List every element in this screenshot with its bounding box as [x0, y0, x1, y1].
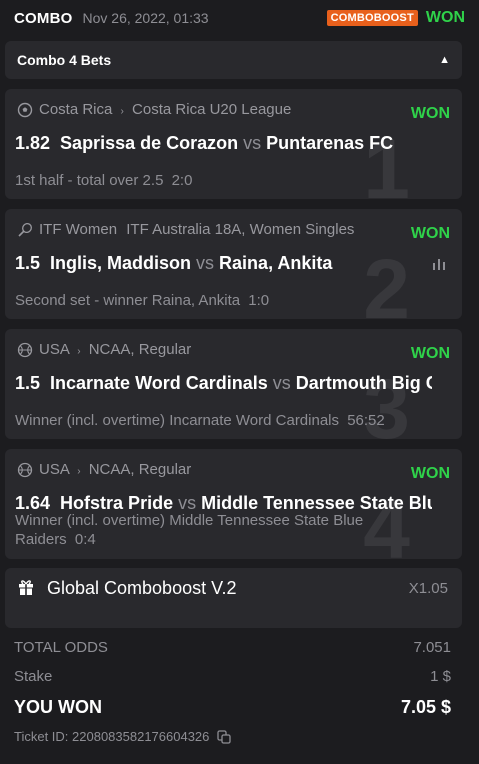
bet-league: ITF Australia 18A, Women Singles — [126, 221, 355, 238]
bet-score: 56:52 — [347, 412, 385, 429]
bet-market-row: Winner (incl. overtime) Middle Tennessee… — [15, 511, 402, 549]
bet-league-row: ITF Women ITF Australia 18A, Women Singl… — [17, 221, 402, 238]
bet-header: COMBO Nov 26, 2022, 01:33 COMBOBOOST WON — [0, 0, 479, 36]
bet-league-row: Costa Rica › Costa Rica U20 League — [17, 101, 450, 118]
bet-match-row: 1.5 Inglis, Maddison vs Raina, Ankita — [15, 253, 432, 274]
team-home: Inglis, Maddison — [50, 253, 192, 273]
bet-country: USA — [39, 341, 70, 358]
bet-country: USA — [39, 461, 70, 478]
bet-market: 1st half - total over 2.5 — [15, 172, 164, 189]
bet-league-row: USA › NCAA, Regular — [17, 341, 450, 358]
tennis-racket-icon — [18, 222, 32, 237]
team-away: Puntarenas FC — [266, 133, 394, 153]
bet-card-1[interactable]: 1 Costa Rica › Costa Rica U20 League WON… — [5, 89, 462, 199]
bet-match-row: 1.82 Saprissa de Corazon vs Puntarenas F… — [15, 133, 432, 154]
bet-league: NCAA, Regular — [88, 461, 192, 478]
team-away: Raina, Ankita — [219, 253, 333, 273]
bet-odds: 1.5 — [15, 373, 41, 393]
vs-label: vs — [272, 373, 291, 393]
global-comboboost-title: Global Comboboost V.2 — [47, 578, 237, 598]
bet-status: WON — [410, 345, 450, 362]
bet-card-3[interactable]: 3 USA › NCAA, Regular WON 1.5 Incarnate … — [5, 329, 462, 439]
total-odds-value: 7.051 — [413, 639, 451, 656]
ticket-id: Ticket ID: 2208083582176604326 — [14, 729, 210, 744]
bet-market-row: 1st half - total over 2.5 2:0 — [15, 171, 450, 190]
stake-label: Stake — [14, 668, 53, 685]
total-odds-row: TOTAL ODDS 7.051 — [14, 639, 451, 656]
payout-row: YOU WON 7.05 $ — [14, 697, 451, 718]
bet-country: ITF Women — [39, 221, 118, 238]
bet-status: WON — [410, 225, 450, 242]
bet-league: Costa Rica U20 League — [132, 101, 292, 118]
bet-score: 2:0 — [171, 172, 193, 189]
combo-toggle-bar[interactable]: Combo 4 Bets ▲ — [5, 41, 462, 79]
bet-card-4[interactable]: 4 USA › NCAA, Regular WON 1.64 Hofstra P… — [5, 449, 462, 559]
caret-up-icon[interactable]: ▲ — [439, 54, 450, 66]
bet-odds: 1.5 — [15, 253, 41, 273]
stake-row: Stake 1 $ — [14, 668, 451, 685]
bet-market: Winner (incl. overtime) Incarnate Word C… — [15, 412, 340, 429]
combo-title: Combo 4 Bets — [17, 52, 112, 68]
bet-league-row: USA › NCAA, Regular — [17, 461, 450, 478]
bet-status: WON — [410, 105, 450, 122]
vs-label: vs — [243, 133, 262, 153]
total-odds-label: TOTAL ODDS — [14, 639, 108, 656]
bet-market-row: Second set - winner Raina, Ankita 1:0 — [15, 291, 450, 310]
team-home: Saprissa de Corazon — [60, 133, 239, 153]
payout-label: YOU WON — [14, 697, 102, 717]
separator-icon: › — [77, 346, 81, 357]
bet-country: Costa Rica — [39, 101, 113, 118]
global-comboboost-card: Global Comboboost V.2 X1.05 — [5, 568, 462, 628]
comboboost-badge: COMBOBOOST — [326, 10, 418, 26]
bet-score: 1:0 — [248, 292, 270, 309]
bet-status: WON — [425, 9, 465, 26]
bet-type-title: COMBO — [14, 9, 73, 27]
basketball-icon — [17, 342, 33, 357]
bet-market-row: Winner (incl. overtime) Incarnate Word C… — [15, 411, 450, 430]
basketball-icon — [17, 462, 33, 477]
ticket-id-row: Ticket ID: 2208083582176604326 — [14, 729, 232, 744]
bet-odds: 1.82 — [15, 133, 51, 153]
stake-value: 1 $ — [430, 668, 451, 685]
bet-score: 0:4 — [74, 531, 96, 548]
separator-icon: › — [120, 106, 124, 117]
bet-league: NCAA, Regular — [88, 341, 192, 358]
copy-icon[interactable] — [217, 729, 232, 744]
payout-value: 7.05 $ — [400, 697, 451, 717]
bet-market: Winner (incl. overtime) Middle Tennessee… — [15, 512, 364, 548]
bar-chart-icon[interactable] — [432, 257, 446, 271]
bet-market: Second set - winner Raina, Ankita — [15, 292, 241, 309]
separator-icon: › — [77, 466, 81, 477]
bet-date: Nov 26, 2022, 01:33 — [82, 10, 209, 26]
bet-match-row: 1.5 Incarnate Word Cardinals vs Dartmout… — [15, 373, 432, 394]
bet-card-2[interactable]: 2 ITF Women ITF Australia 18A, Women Sin… — [5, 209, 462, 319]
vs-label: vs — [196, 253, 215, 273]
boost-multiplier: X1.05 — [408, 580, 448, 597]
bet-status: WON — [410, 465, 450, 482]
soccer-ball-icon — [17, 102, 33, 117]
gift-icon — [19, 580, 33, 595]
team-away: Dartmouth Big Green — [295, 373, 432, 393]
team-home: Incarnate Word Cardinals — [50, 373, 268, 393]
